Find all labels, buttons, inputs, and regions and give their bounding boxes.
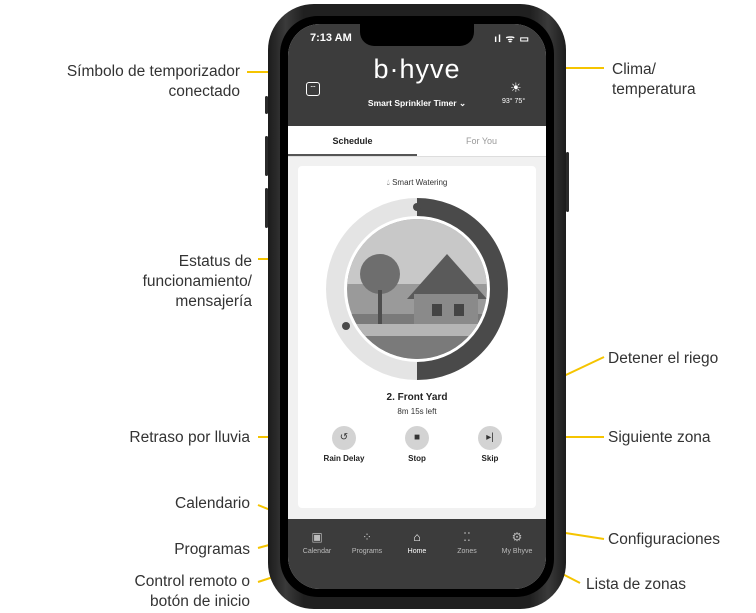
sprinkler-icon: 💧︎ xyxy=(386,178,390,187)
stop-label: Stop xyxy=(408,454,426,463)
annotation-remote: Control remoto o botón de inicio xyxy=(40,572,250,612)
annotation-status: Estatus de funcionamiento/ mensajería xyxy=(60,252,252,312)
weather-temp: 93° 75° xyxy=(502,98,526,105)
notch xyxy=(360,24,474,46)
schedule-card: 💧︎ Smart Watering 2. Front Yard 8m 15s l… xyxy=(298,166,536,508)
home-icon: ⌂ xyxy=(413,530,421,544)
settings-icon: ⚙ xyxy=(511,530,523,544)
zones-icon: ⁚⁚ xyxy=(463,530,471,544)
annotation-timer-symbol: Símbolo de temporizador conectado xyxy=(8,62,240,102)
skip-label: Skip xyxy=(481,454,499,463)
annotation-weather: Clima/ temperatura xyxy=(612,60,696,100)
tab-bar: Schedule For You xyxy=(288,126,546,157)
nav-zones[interactable]: ⁚⁚ Zones xyxy=(442,529,492,555)
annotation-line: botón de inicio xyxy=(150,593,250,610)
skip-button[interactable]: ▸| Skip xyxy=(460,426,520,463)
bhyve-logo: b·hyve xyxy=(373,54,461,84)
mute-switch xyxy=(265,96,268,114)
annotation-line: conectado xyxy=(168,83,240,100)
rain-delay-button[interactable]: ↺ Rain Delay xyxy=(314,426,374,463)
power-button xyxy=(566,152,569,212)
rain-delay-icon: ↺ xyxy=(332,426,356,450)
stop-icon: ■ xyxy=(405,426,429,450)
annotation-zones-list: Lista de zonas xyxy=(586,576,686,593)
annotation-line: Control remoto o xyxy=(134,573,250,590)
smart-watering-label: 💧︎ Smart Watering xyxy=(298,178,536,188)
zone-name: 2. Front Yard xyxy=(386,392,448,403)
zone-time-left: 8m 15s left xyxy=(397,407,437,416)
calendar-icon: ▣ xyxy=(311,530,323,544)
annotation-line: Estatus de xyxy=(178,253,252,270)
tab-for-you[interactable]: For You xyxy=(417,126,546,156)
nav-calendar-label: Calendar xyxy=(302,548,332,555)
skip-icon: ▸| xyxy=(478,426,502,450)
nav-calendar[interactable]: ▣ Calendar xyxy=(292,529,342,555)
annotation-stop-watering: Detener el riego xyxy=(608,350,719,367)
annotation-line: mensajería xyxy=(175,293,252,310)
annotation-settings: Configuraciones xyxy=(608,531,721,548)
weather-icon[interactable]: ☀ xyxy=(510,80,522,96)
nav-my-bhyve-label: My Bhyve xyxy=(501,548,533,555)
nav-home[interactable]: ⌂ Home xyxy=(392,529,442,555)
zone-marker-2 xyxy=(490,266,498,274)
stop-button[interactable]: ■ Stop xyxy=(387,426,447,463)
programs-icon: ⁘ xyxy=(361,530,373,544)
status-time: 7:13 AM xyxy=(310,32,352,44)
nav-programs-label: Programs xyxy=(351,548,383,555)
nav-zones-label: Zones xyxy=(457,548,477,555)
volume-up-button xyxy=(265,136,268,176)
phone-frame: 7:13 AM ıl ᯤ ▭ b·hyve Smart Sprinkler Ti… xyxy=(265,4,569,609)
tab-underline xyxy=(288,154,417,156)
annotation-line: temperatura xyxy=(612,81,696,98)
annotation-calendar: Calendario xyxy=(175,495,250,512)
annotation-programs: Programas xyxy=(174,541,250,558)
zone-progress-dial xyxy=(326,198,508,380)
volume-down-button xyxy=(265,188,268,228)
rain-delay-label: Rain Delay xyxy=(323,454,365,463)
annotation-line: funcionamiento/ xyxy=(142,273,252,290)
connected-timer-icon[interactable]: ⌔ xyxy=(306,82,320,96)
annotation-rain-delay: Retraso por lluvia xyxy=(129,429,250,446)
zone-marker-1 xyxy=(413,203,421,211)
tab-schedule[interactable]: Schedule xyxy=(288,126,417,156)
annotation-line: Clima/ xyxy=(612,61,656,78)
status-icons: ıl ᯤ ▭ xyxy=(494,34,530,45)
smart-watering-text: Smart Watering xyxy=(392,178,448,187)
nav-home-label: Home xyxy=(407,548,427,555)
bottom-nav: ▣ Calendar ⁘ Programs ⌂ Home ⁚⁚ Zones ⚙ … xyxy=(288,519,546,589)
annotation-next-zone: Siguiente zona xyxy=(608,429,711,446)
nav-programs[interactable]: ⁘ Programs xyxy=(342,529,392,555)
nav-my-bhyve[interactable]: ⚙ My Bhyve xyxy=(492,529,542,555)
phone-screen: 7:13 AM ıl ᯤ ▭ b·hyve Smart Sprinkler Ti… xyxy=(288,24,546,589)
annotation-line: Símbolo de temporizador xyxy=(66,63,240,80)
zone-marker-3 xyxy=(342,322,350,330)
